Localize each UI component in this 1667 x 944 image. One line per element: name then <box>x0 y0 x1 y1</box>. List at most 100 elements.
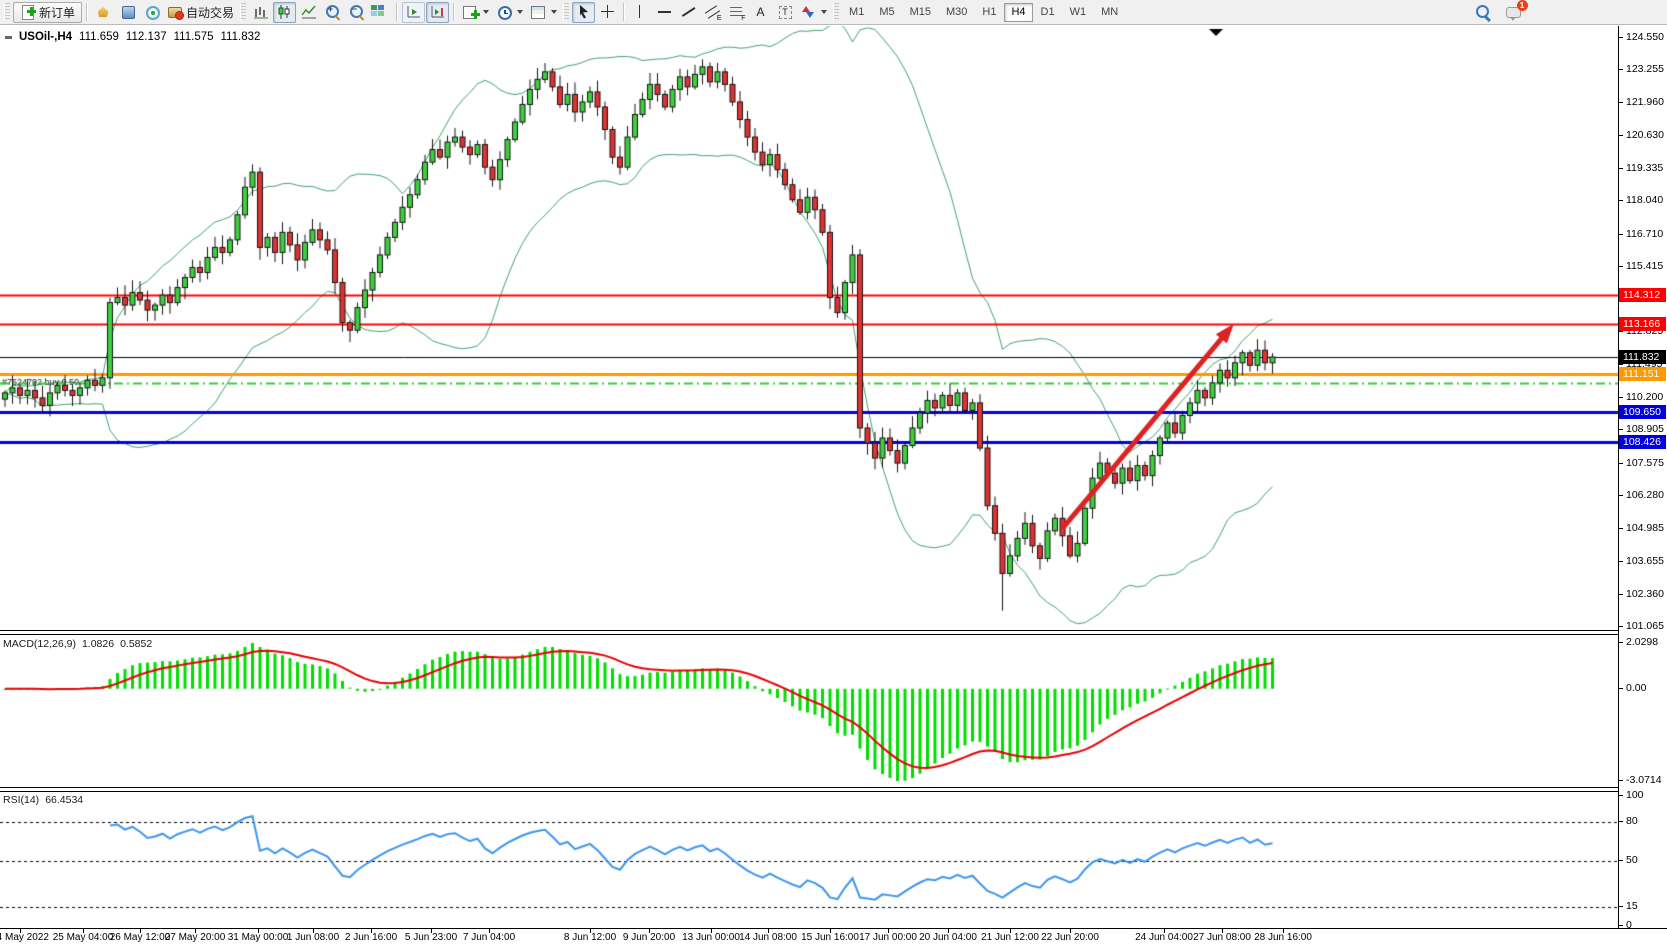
macd-label: MACD(12,26,9)1.08260.5852 <box>3 638 152 650</box>
time-axis-tick <box>313 929 314 933</box>
tf-m5-button[interactable]: M5 <box>872 3 901 22</box>
equidistant-channel-button[interactable]: E <box>701 2 724 23</box>
signal-icon <box>144 4 160 20</box>
text-label-button[interactable]: T <box>773 2 796 23</box>
auto-trading-button[interactable]: 自动交易 <box>164 2 237 23</box>
rsi-scale-label: 50 <box>1619 854 1666 866</box>
time-axis-label: 24 Jun 04:00 <box>1135 932 1193 943</box>
templates-button[interactable] <box>527 2 560 23</box>
time-axis-label: 27 Jun 08:00 <box>1193 932 1251 943</box>
trendline-button[interactable] <box>677 2 700 23</box>
time-axis[interactable]: 24 May 202225 May 04:0026 May 12:0027 Ma… <box>0 928 1667 944</box>
vertical-line-button[interactable] <box>629 2 652 23</box>
new-order-button[interactable]: 新订单 <box>13 2 82 23</box>
time-axis-label: 8 Jun 12:00 <box>564 932 616 943</box>
search-icon <box>1475 4 1491 20</box>
arrows-icon <box>800 4 816 20</box>
tf-w1-button[interactable]: W1 <box>1063 3 1094 22</box>
toolbar-separator <box>453 3 455 21</box>
text-button[interactable]: A <box>749 2 772 23</box>
time-axis-label: 26 May 12:00 <box>110 932 171 943</box>
text-label-icon: T <box>777 4 793 20</box>
time-axis-label: 24 May 2022 <box>0 932 49 943</box>
time-axis-label: 31 May 00:00 <box>228 932 289 943</box>
macd-chart-canvas[interactable] <box>0 635 1618 787</box>
time-axis-tick <box>1010 929 1011 933</box>
mt4-window: 新订单 自动交易 + − <box>0 0 1667 944</box>
price-tag: 108.426 <box>1619 435 1666 449</box>
chart-shift-icon <box>430 4 446 20</box>
rsi-scale-label: 80 <box>1619 815 1666 827</box>
price-tick-label: 107.575 <box>1619 457 1666 469</box>
chart-shift-button[interactable] <box>426 2 449 23</box>
ohlc-close: 111.832 <box>221 31 261 43</box>
time-axis-tick <box>768 929 769 933</box>
toolbar-grip[interactable] <box>563 3 569 21</box>
time-axis-label: 13 Jun 00:00 <box>682 932 740 943</box>
price-axis[interactable]: 124.550123.255121.960120.630119.335118.0… <box>1619 26 1667 928</box>
time-axis-tick <box>140 929 141 933</box>
toolbar: 新订单 自动交易 + − <box>0 0 1667 25</box>
rsi-chart-canvas[interactable] <box>0 792 1618 927</box>
indicators-button[interactable] <box>459 2 492 23</box>
candlestick-chart-icon <box>277 4 293 20</box>
time-axis-tick <box>371 929 372 933</box>
profiles-icon <box>120 4 136 20</box>
zoom-in-button[interactable]: + <box>321 2 344 23</box>
crosshair-button[interactable] <box>596 2 619 23</box>
pouch-icon <box>96 4 112 20</box>
symbol-period-label: USOil-,H4 <box>19 31 72 43</box>
price-tag: 114.312 <box>1619 288 1666 302</box>
tf-m30-button[interactable]: M30 <box>939 3 974 22</box>
line-chart-button[interactable] <box>297 2 320 23</box>
bar-chart-button[interactable] <box>249 2 272 23</box>
new-order-label: 新订单 <box>39 4 75 21</box>
toolbar-separator <box>86 3 88 21</box>
time-axis-label: 14 Jun 08:00 <box>739 932 797 943</box>
auto-trading-icon <box>167 4 183 20</box>
time-axis-label: 5 Jun 23:00 <box>405 932 457 943</box>
candlestick-chart-button[interactable] <box>273 2 296 23</box>
time-axis-label: 2 Jun 16:00 <box>345 932 397 943</box>
price-tick-label: 103.655 <box>1619 555 1666 567</box>
fibonacci-button[interactable]: F <box>725 2 748 23</box>
time-axis-tick <box>590 929 591 933</box>
ohlc-low: 111.575 <box>174 31 214 43</box>
tf-m15-button[interactable]: M15 <box>903 3 938 22</box>
tile-windows-button[interactable] <box>369 2 392 23</box>
cursor-button[interactable] <box>572 2 595 23</box>
tf-mn-button[interactable]: MN <box>1094 3 1125 22</box>
tf-m1-button[interactable]: M1 <box>842 3 871 22</box>
time-axis-tick <box>888 929 889 933</box>
pane-separator[interactable] <box>0 630 1618 635</box>
time-axis-tick <box>431 929 432 933</box>
price-tag: 111.832 <box>1619 350 1666 364</box>
market-watch-button[interactable] <box>92 2 115 23</box>
ohlc-open: 111.659 <box>79 31 119 43</box>
price-tick-label: 116.710 <box>1619 228 1666 240</box>
toolbar-grip[interactable] <box>4 3 10 21</box>
price-chart-canvas[interactable] <box>0 26 1618 630</box>
tf-d1-button[interactable]: D1 <box>1034 3 1062 22</box>
auto-scroll-button[interactable] <box>402 2 425 23</box>
price-tag: 111.151 <box>1619 367 1666 381</box>
signals-button[interactable] <box>140 2 163 23</box>
toolbar-grip[interactable] <box>833 3 839 21</box>
time-axis-label: 7 Jun 04:00 <box>463 932 515 943</box>
tf-h1-button[interactable]: H1 <box>975 3 1003 22</box>
horizontal-line-button[interactable] <box>653 2 676 23</box>
notifications-button[interactable]: 1 <box>1502 2 1525 23</box>
pane-separator[interactable] <box>0 787 1618 792</box>
price-tick-label: 102.360 <box>1619 588 1666 600</box>
tf-h4-button[interactable]: H4 <box>1004 3 1032 22</box>
toolbar-grip[interactable] <box>240 3 246 21</box>
profiles-button[interactable] <box>116 2 139 23</box>
periods-button[interactable] <box>493 2 526 23</box>
arrows-button[interactable] <box>797 2 830 23</box>
zoom-out-button[interactable]: − <box>345 2 368 23</box>
chevron-down-icon <box>821 10 827 14</box>
price-tick-label: 110.200 <box>1619 391 1666 403</box>
clock-icon <box>496 4 512 20</box>
search-button[interactable] <box>1471 2 1494 23</box>
time-axis-label: 15 Jun 16:00 <box>801 932 859 943</box>
